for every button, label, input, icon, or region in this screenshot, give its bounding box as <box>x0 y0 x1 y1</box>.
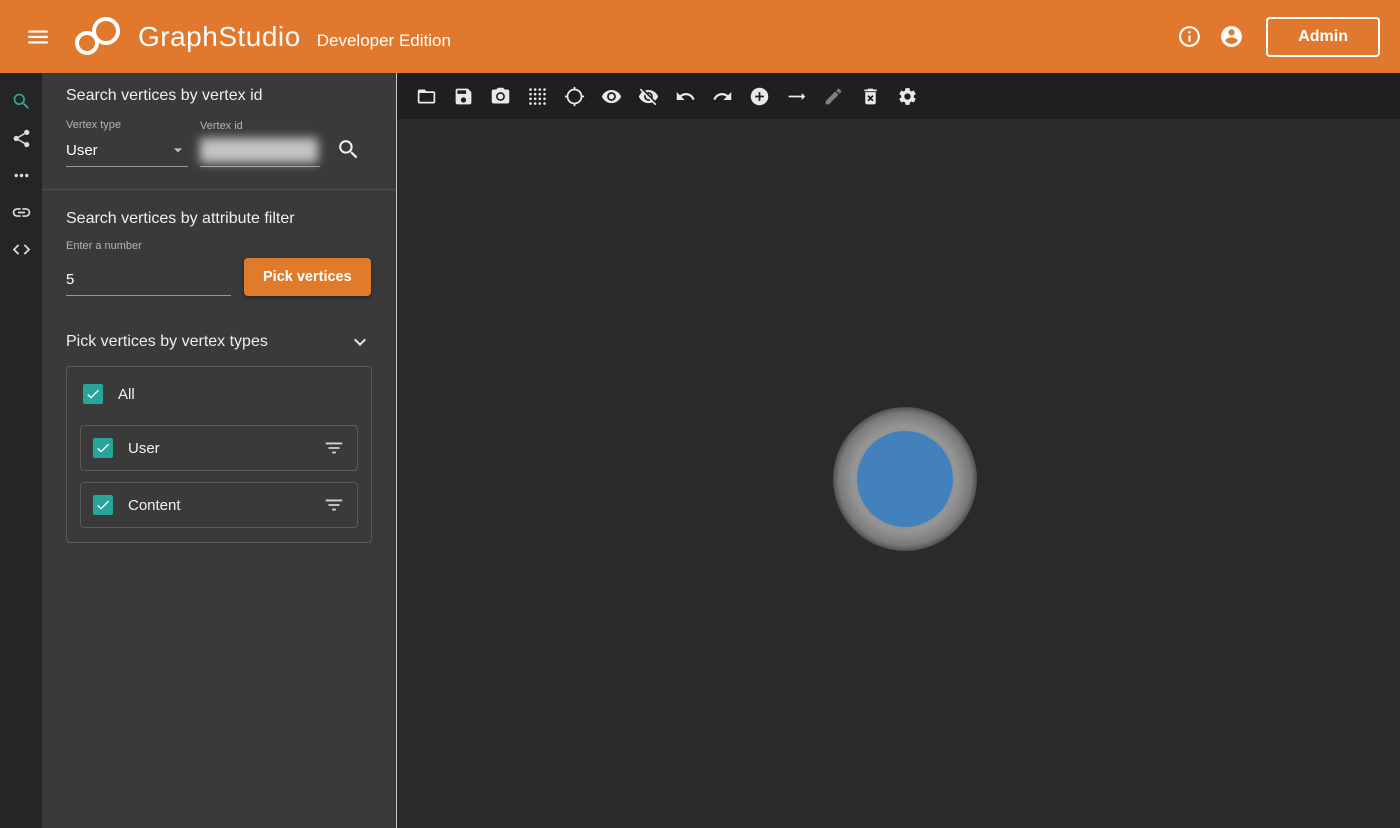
edition-label: Developer Edition <box>316 30 451 50</box>
save-icon <box>455 88 472 104</box>
vertex-type-label: Vertex type <box>66 119 122 131</box>
sidebar: Search vertices by vertex id Vertex type… <box>42 73 397 828</box>
pick-by-types-section: Pick vertices by vertex types All User C… <box>42 330 396 543</box>
redo-button[interactable] <box>704 78 741 115</box>
search-by-id-title: Search vertices by vertex id <box>66 87 263 104</box>
app-header: Graph Studio Developer Edition Admin <box>0 0 1400 73</box>
account-icon <box>1220 26 1242 47</box>
crosshair-icon <box>564 86 585 106</box>
hide-all-button[interactable] <box>630 78 667 115</box>
vertex-type-card-content: Content <box>80 482 358 528</box>
locate-button[interactable] <box>556 78 593 115</box>
pick-by-types-title: Pick vertices by vertex types <box>66 333 268 350</box>
folder-open-icon <box>417 89 436 103</box>
rail-search-button[interactable] <box>3 83 39 120</box>
vertex-types-box: All User Content <box>66 366 372 543</box>
open-graph-button[interactable] <box>408 78 445 115</box>
vertex-halo <box>833 407 977 551</box>
graph-canvas[interactable] <box>397 119 1400 828</box>
pick-vertices-button[interactable]: Pick vertices <box>244 258 371 296</box>
edit-button[interactable] <box>815 78 852 115</box>
user-attribute-filter-button[interactable] <box>323 437 345 459</box>
vertex-type-select[interactable]: User <box>66 137 188 167</box>
filter-icon <box>325 442 343 454</box>
eye-icon <box>601 89 622 103</box>
delete-forever-icon <box>864 88 877 104</box>
app-title: Graph Studio Developer Edition <box>138 21 451 53</box>
share-graph-icon <box>13 129 29 148</box>
attribute-filter-section: Search vertices by attribute filter Ente… <box>42 210 396 296</box>
graphstudio-logo-icon <box>72 15 124 59</box>
rail-more-button[interactable] <box>3 157 39 194</box>
vertex-id-label: Vertex id <box>200 120 243 132</box>
info-icon <box>1178 26 1200 47</box>
search-icon <box>13 93 29 109</box>
show-all-button[interactable] <box>593 78 630 115</box>
link-icon <box>12 208 30 217</box>
attribute-filter-title: Search vertices by attribute filter <box>66 210 295 227</box>
checkbox-content[interactable] <box>93 495 113 515</box>
main-area <box>397 73 1400 828</box>
vertex-type-content-label: Content <box>128 496 181 514</box>
checkbox-user[interactable] <box>93 438 113 458</box>
dropdown-arrow-icon <box>173 148 183 153</box>
pencil-icon <box>825 88 842 104</box>
check-icon <box>97 443 109 453</box>
vertex-type-row-all: All <box>80 379 358 414</box>
vertex-type-value: User <box>66 141 98 159</box>
rail-code-button[interactable] <box>3 231 39 268</box>
checkbox-all[interactable] <box>83 384 103 404</box>
vertex-id-input[interactable] <box>200 138 320 167</box>
chevron-down-icon <box>354 338 366 346</box>
code-icon <box>12 244 30 255</box>
camera-icon <box>491 87 510 103</box>
grid-dots-icon <box>529 87 546 105</box>
delete-button[interactable] <box>852 78 889 115</box>
check-icon <box>87 389 99 399</box>
screenshot-button[interactable] <box>482 78 519 115</box>
collapse-section-button[interactable] <box>348 330 372 354</box>
rail-link-button[interactable] <box>3 194 39 231</box>
filter-icon <box>325 499 343 511</box>
arrow-right-icon <box>788 92 806 100</box>
icon-rail <box>0 73 42 828</box>
search-vertex-button[interactable] <box>328 129 368 169</box>
undo-button[interactable] <box>667 78 704 115</box>
menu-button[interactable] <box>18 17 58 57</box>
graph-toolbar <box>397 73 1400 119</box>
add-vertex-button[interactable] <box>741 78 778 115</box>
undo-icon <box>676 91 695 100</box>
add-edge-button[interactable] <box>778 78 815 115</box>
vertex-type-user-label: User <box>128 439 160 457</box>
layout-grid-button[interactable] <box>519 78 556 115</box>
redacted-value <box>200 138 318 163</box>
eye-off-icon <box>638 88 659 105</box>
brand-primary: Graph <box>138 20 219 52</box>
number-label: Enter a number <box>66 240 142 252</box>
sidebar-divider <box>42 189 396 190</box>
search-icon <box>338 139 357 158</box>
save-button[interactable] <box>445 78 482 115</box>
more-horiz-icon <box>14 173 28 178</box>
brand-secondary: Studio <box>218 20 301 52</box>
gear-icon <box>899 87 916 105</box>
settings-button[interactable] <box>889 78 926 115</box>
admin-button[interactable]: Admin <box>1266 16 1380 57</box>
graph-vertex[interactable] <box>857 431 953 527</box>
vertex-type-all-label: All <box>118 385 135 403</box>
hamburger-icon <box>28 30 48 43</box>
check-icon <box>97 500 109 510</box>
vertex-type-card-user: User <box>80 425 358 471</box>
number-input[interactable] <box>66 267 231 296</box>
content-attribute-filter-button[interactable] <box>323 494 345 516</box>
add-circle-icon <box>750 87 769 105</box>
info-button[interactable] <box>1168 16 1210 58</box>
search-by-id-section: Search vertices by vertex id Vertex type… <box>42 87 396 167</box>
redo-icon <box>713 91 732 100</box>
account-button[interactable] <box>1210 16 1252 58</box>
rail-explore-graph-button[interactable] <box>3 120 39 157</box>
